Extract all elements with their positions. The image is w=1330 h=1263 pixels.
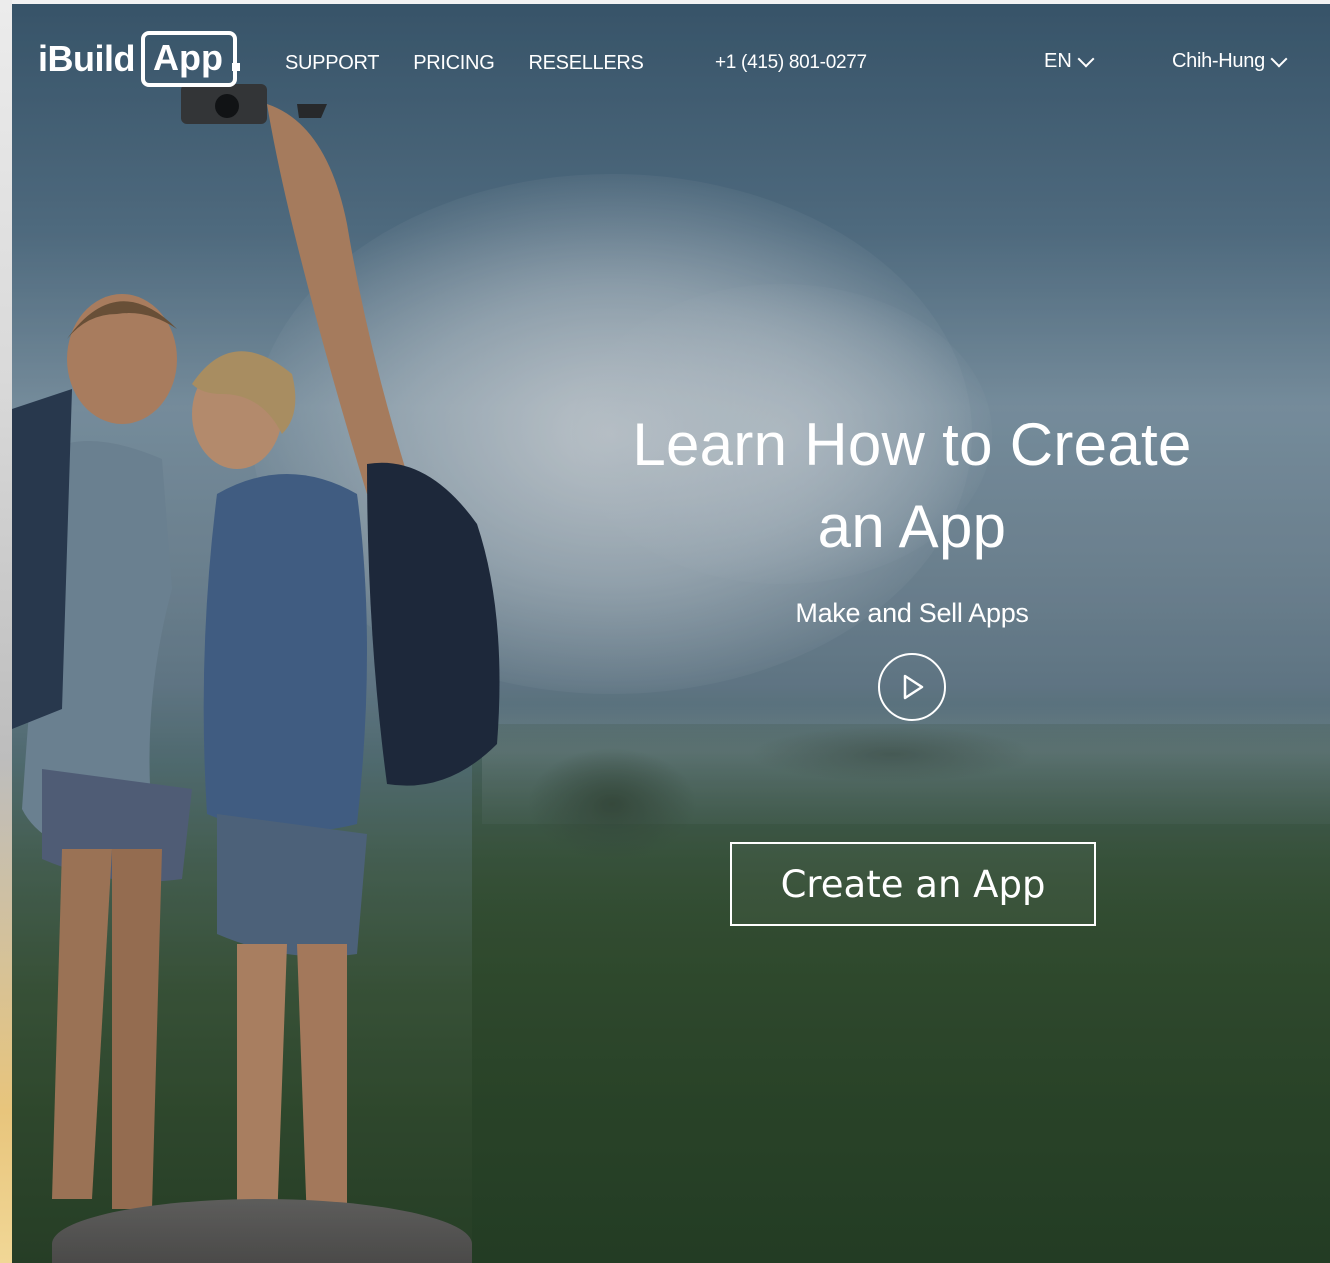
- browser-frame: iBuild App SUPPORT PRICING RESELLERS +1 …: [0, 0, 1330, 1263]
- play-video-button[interactable]: [878, 653, 946, 721]
- window-edge: [0, 0, 12, 1263]
- hero-headline: Learn How to Create an App: [602, 404, 1222, 568]
- user-menu[interactable]: Chih-Hung: [1172, 50, 1288, 73]
- logo-text-app: App: [152, 37, 223, 78]
- main-nav: SUPPORT PRICING RESELLERS: [285, 48, 678, 78]
- nav-link-resellers[interactable]: RESELLERS: [528, 52, 643, 75]
- user-name: Chih-Hung: [1172, 50, 1265, 72]
- hero-headline-line1: Learn How to Create: [632, 411, 1192, 478]
- logo-dot: [231, 63, 240, 71]
- language-label: EN: [1044, 50, 1072, 72]
- play-icon: [903, 674, 924, 700]
- phone-number[interactable]: +1 (415) 801-0277: [715, 52, 867, 74]
- logo-text-ibuild: iBuild: [38, 38, 135, 79]
- logo-text-app-box: App: [140, 31, 240, 87]
- chevron-down-icon: [1270, 50, 1288, 67]
- dark-overlay: [12, 4, 1330, 1263]
- chevron-down-icon: [1077, 50, 1095, 67]
- hero-section: iBuild App SUPPORT PRICING RESELLERS +1 …: [12, 4, 1330, 1263]
- nav-link-support[interactable]: SUPPORT: [285, 52, 380, 75]
- hero-headline-line2: an App: [817, 493, 1007, 560]
- nav-link-pricing[interactable]: PRICING: [413, 52, 495, 75]
- hero-subheadline: Make and Sell Apps: [795, 598, 1029, 628]
- ibuildapp-logo[interactable]: iBuild App: [38, 26, 240, 92]
- language-selector[interactable]: EN: [1044, 50, 1095, 73]
- create-app-button[interactable]: Create an App: [730, 842, 1096, 926]
